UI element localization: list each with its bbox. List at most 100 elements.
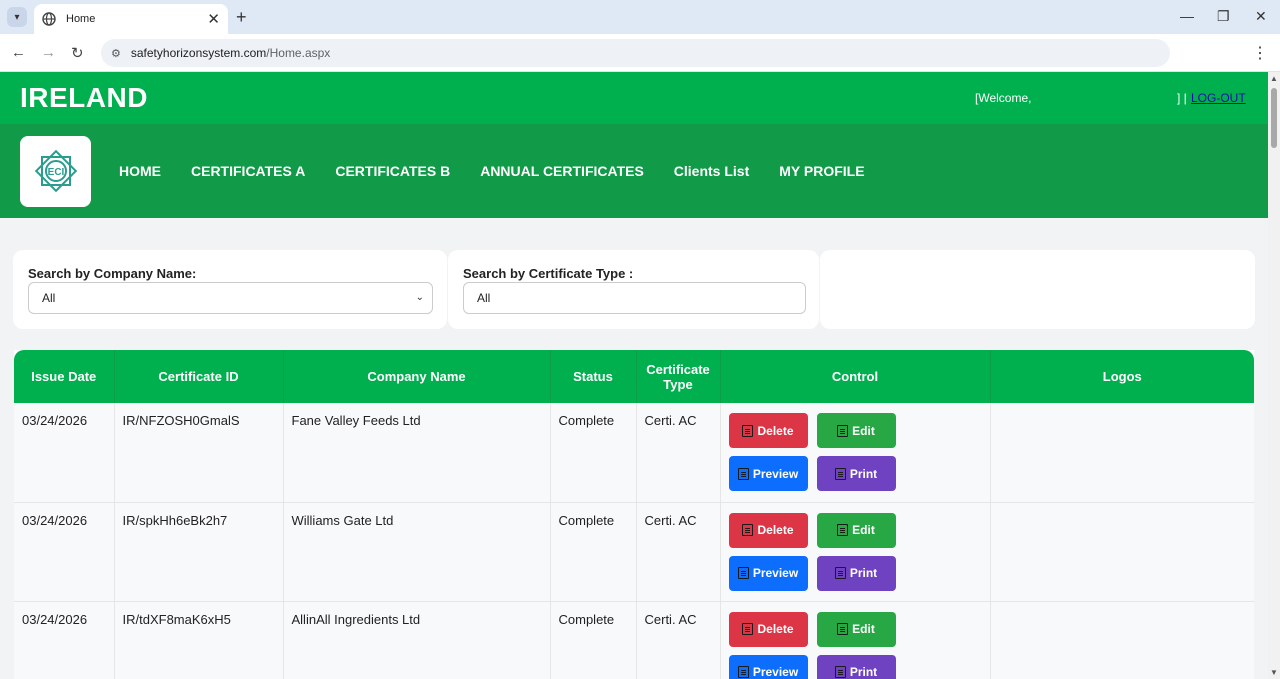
cell-logos xyxy=(990,502,1254,602)
preview-label: Preview xyxy=(752,466,799,481)
tab-title: Home xyxy=(66,13,96,25)
reload-icon[interactable]: ↻ xyxy=(71,44,84,62)
document-icon xyxy=(837,524,849,536)
new-tab-icon[interactable]: + xyxy=(236,7,247,28)
cell-logos xyxy=(990,601,1254,679)
document-icon xyxy=(742,524,754,536)
table-row: 03/24/2026 IR/spkHh6eBk2h7 Williams Gate… xyxy=(14,502,1254,602)
brand-title: IRELAND xyxy=(20,82,148,113)
filter-panel: Search by Company Name: All ⌄ Search by … xyxy=(12,250,1255,329)
nav-certificates-b[interactable]: CERTIFICATES B xyxy=(335,163,450,179)
document-icon xyxy=(737,666,749,678)
print-label: Print xyxy=(849,566,878,580)
cell-status: Complete xyxy=(550,502,637,602)
col-logos: Logos xyxy=(1102,369,1142,384)
edit-button[interactable]: Edit xyxy=(816,512,896,548)
url-bar[interactable]: ⚙ safetyhorizonsystem.com/Home.aspx xyxy=(101,39,1170,67)
edit-label: Edit xyxy=(852,622,875,636)
delete-label: Delete xyxy=(757,423,794,438)
cell-issue-date: 03/24/2026 xyxy=(14,403,115,503)
cell-logos xyxy=(990,403,1254,503)
cell-company-name: AllinAll Ingredients Ltd xyxy=(283,601,551,679)
nav-annual-certificates[interactable]: ANNUAL CERTIFICATES xyxy=(480,163,644,179)
col-control: Control xyxy=(720,350,991,403)
close-tab-icon[interactable]: ✕ xyxy=(207,10,220,28)
company-select[interactable]: All ⌄ xyxy=(28,282,433,314)
document-icon xyxy=(834,666,846,678)
company-logo[interactable]: ECI xyxy=(20,135,91,207)
page-viewport: IRELAND [Welcome, ] | LOG-OUT ECI HOME C… xyxy=(0,72,1268,679)
cell-issue-date: 03/24/2026 xyxy=(14,502,115,602)
print-button[interactable]: Print xyxy=(816,555,896,591)
url-host: safetyhorizonsystem.com xyxy=(130,46,267,60)
col-issue-date[interactable]: Issue Date xyxy=(14,350,115,403)
table-row: 03/24/2026 IR/NFZOSH0GmalS Fane Valley F… xyxy=(14,403,1254,503)
site-info-icon[interactable]: ⚙ xyxy=(111,47,121,60)
edit-button[interactable]: Edit xyxy=(816,413,896,448)
preview-label: Preview xyxy=(752,665,799,679)
tab-search-icon[interactable]: ▾ xyxy=(7,7,27,27)
url-path: /Home.aspx xyxy=(266,46,331,60)
browser-tab-strip: ▾ Home ✕ + — ❐ ✕ xyxy=(0,0,1280,34)
cell-issue-date: 03/24/2026 xyxy=(14,601,115,679)
cell-certificate-id: IR/spkHh6eBk2h7 xyxy=(114,502,284,602)
document-icon xyxy=(742,623,754,635)
certificates-table: Issue Date Certificate ID Company Name S… xyxy=(14,350,1254,679)
document-icon xyxy=(837,623,849,635)
chevron-down-icon: ⌄ xyxy=(415,292,424,303)
type-input-value: All xyxy=(477,291,491,305)
col-status[interactable]: Status xyxy=(550,350,637,403)
scroll-down-icon[interactable]: ▼ xyxy=(1270,668,1278,677)
menu-icon[interactable]: ⋮ xyxy=(1252,43,1268,63)
col-company-name[interactable]: Company Name xyxy=(283,350,551,403)
table-row: 03/24/2026 IR/tdXF8maK6xH5 AllinAll Ingr… xyxy=(14,601,1254,679)
scroll-thumb[interactable] xyxy=(1271,88,1277,148)
forward-icon[interactable]: → xyxy=(41,44,56,61)
close-window-icon[interactable]: ✕ xyxy=(1255,8,1267,25)
delete-button[interactable]: Delete xyxy=(728,512,808,548)
table-header-row: Issue Date Certificate ID Company Name S… xyxy=(14,350,1254,403)
preview-button[interactable]: Preview xyxy=(728,555,808,591)
address-toolbar: ← → ↻ ⚙ safetyhorizonsystem.com/Home.asp… xyxy=(0,34,1280,72)
minimize-icon[interactable]: — xyxy=(1180,8,1194,24)
nav-home[interactable]: HOME xyxy=(119,163,161,179)
page-scrollbar[interactable]: ▲ ▼ xyxy=(1268,72,1280,679)
preview-button[interactable]: Preview xyxy=(728,654,808,679)
edit-label: Edit xyxy=(852,523,875,537)
certificate-type-input[interactable]: All xyxy=(463,282,806,314)
cell-certificate-type: Certi. AC xyxy=(636,601,721,679)
header-separator: ] | xyxy=(1177,91,1187,105)
top-header: IRELAND [Welcome, ] | LOG-OUT xyxy=(0,72,1268,124)
document-icon xyxy=(837,424,849,437)
delete-label: Delete xyxy=(757,523,794,537)
restore-icon[interactable]: ❐ xyxy=(1217,8,1230,25)
document-icon xyxy=(742,424,754,437)
scroll-up-icon[interactable]: ▲ xyxy=(1270,74,1278,83)
logout-link[interactable]: LOG-OUT xyxy=(1191,91,1246,105)
nav-clients-list[interactable]: Clients List xyxy=(674,163,749,179)
nav-my-profile[interactable]: MY PROFILE xyxy=(779,163,864,179)
preview-button[interactable]: Preview xyxy=(728,456,808,491)
edit-label: Edit xyxy=(852,423,875,438)
cell-certificate-type: Certi. AC xyxy=(636,403,721,503)
delete-label: Delete xyxy=(757,622,794,636)
back-icon[interactable]: ← xyxy=(11,44,26,61)
cell-certificate-id: IR/NFZOSH0GmalS xyxy=(114,403,284,503)
col-certificate-type[interactable]: Certificate Type xyxy=(636,350,721,403)
company-filter-card: Search by Company Name: All ⌄ xyxy=(13,250,447,329)
type-filter-label: Search by Certificate Type : xyxy=(463,266,634,281)
nav-certificates-a[interactable]: CERTIFICATES A xyxy=(191,163,305,179)
welcome-text: [Welcome, xyxy=(975,91,1032,105)
company-filter-label: Search by Company Name: xyxy=(28,266,197,281)
type-filter-card: Search by Certificate Type : All xyxy=(448,250,819,329)
cell-control: Delete Edit Preview Print xyxy=(720,403,991,503)
print-button[interactable]: Print xyxy=(816,456,896,491)
delete-button[interactable]: Delete xyxy=(728,413,808,448)
col-certificate-id[interactable]: Certificate ID xyxy=(114,350,284,403)
print-button[interactable]: Print xyxy=(816,654,896,679)
cell-company-name: Williams Gate Ltd xyxy=(283,502,551,602)
delete-button[interactable]: Delete xyxy=(728,611,808,647)
edit-button[interactable]: Edit xyxy=(816,611,896,647)
cell-status: Complete xyxy=(550,601,637,679)
browser-tab[interactable]: Home ✕ xyxy=(34,4,228,34)
